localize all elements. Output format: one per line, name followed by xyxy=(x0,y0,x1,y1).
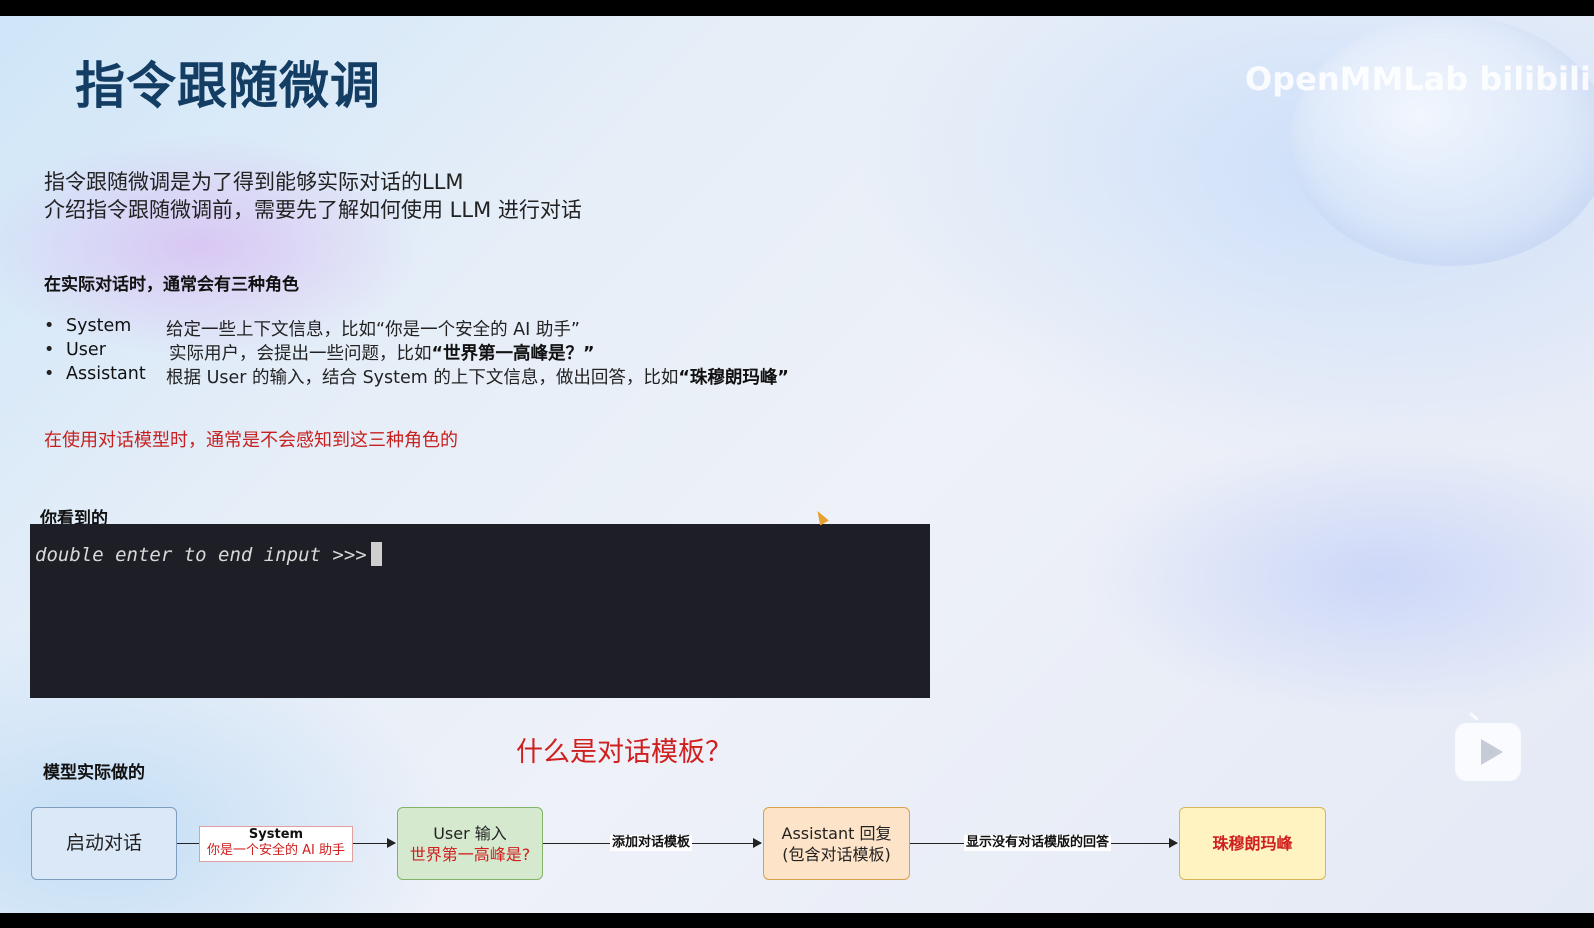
flow-assistant-text: (包含对话模板) xyxy=(782,844,891,864)
intro-text: 指令跟随微调是为了得到能够实际对话的LLM 介绍指令跟随微调前，需要先了解如何使… xyxy=(44,168,582,224)
terminal-window[interactable]: double enter to end input >>> xyxy=(30,524,930,698)
model-does-label: 模型实际做的 xyxy=(43,763,145,783)
watermark-logo: OpenMMLab bilibili xyxy=(1245,60,1591,98)
terminal-line: double enter to end input >>> xyxy=(35,542,382,566)
flow-assistant-title: Assistant 回复 xyxy=(781,823,892,843)
flow-answer-box: 珠穆朗玛峰 xyxy=(1179,807,1326,880)
role-desc: 根据 User 的输入，结合 System 的上下文信息，做出回答，比如“珠穆朗… xyxy=(166,368,789,388)
role-desc: 给定一些上下文信息，比如“你是一个安全的 AI 助手” xyxy=(166,320,580,340)
mouse-pointer-icon xyxy=(813,508,829,526)
system-edge-title: System xyxy=(248,827,304,842)
bullet: • xyxy=(44,340,55,360)
slide-title: 指令跟随微调 xyxy=(75,57,381,115)
decorative-bubble xyxy=(1290,16,1594,266)
flow-start-box: 启动对话 xyxy=(31,807,177,880)
flow-assistant-box: Assistant 回复 (包含对话模板) xyxy=(763,807,910,880)
flow-start-label: 启动对话 xyxy=(65,832,142,854)
flow-answer-text: 珠穆朗玛峰 xyxy=(1212,834,1293,853)
intro-line-2: 介绍指令跟随微调前，需要先了解如何使用 LLM 进行对话 xyxy=(44,198,582,222)
display-edge-label: 显示没有对话模版的回答 xyxy=(964,835,1112,851)
roles-heading: 在实际对话时，通常会有三种角色 xyxy=(44,275,299,295)
warning-text: 在使用对话模型时，通常是不会感知到这三种角色的 xyxy=(44,430,458,451)
bullet: • xyxy=(44,316,55,336)
system-edge-label: System 你是一个安全的 AI 助手 xyxy=(199,826,353,862)
flow-user-box: User 输入 世界第一高峰是? xyxy=(397,807,543,880)
bullet: • xyxy=(44,364,55,384)
role-name: Assistant xyxy=(66,364,146,384)
role-desc: 实际用户，会提出一些问题，比如“世界第一高峰是？” xyxy=(169,344,595,364)
question-text: 什么是对话模板？ xyxy=(516,737,732,768)
play-icon[interactable] xyxy=(1455,723,1521,781)
template-edge-label: 添加对话模板 xyxy=(610,835,693,851)
role-name: User xyxy=(66,340,106,360)
flow-user-text: 世界第一高峰是? xyxy=(409,844,531,864)
text-cursor xyxy=(370,542,382,566)
flow-user-title: User 输入 xyxy=(433,823,507,843)
system-edge-text: 你是一个安全的 AI 助手 xyxy=(207,843,345,858)
intro-line-1: 指令跟随微调是为了得到能够实际对话的LLM xyxy=(44,170,464,194)
role-name: System xyxy=(66,316,132,336)
slide-frame: 指令跟随微调 OpenMMLab bilibili 指令跟随微调是为了得到能够实… xyxy=(0,16,1594,913)
